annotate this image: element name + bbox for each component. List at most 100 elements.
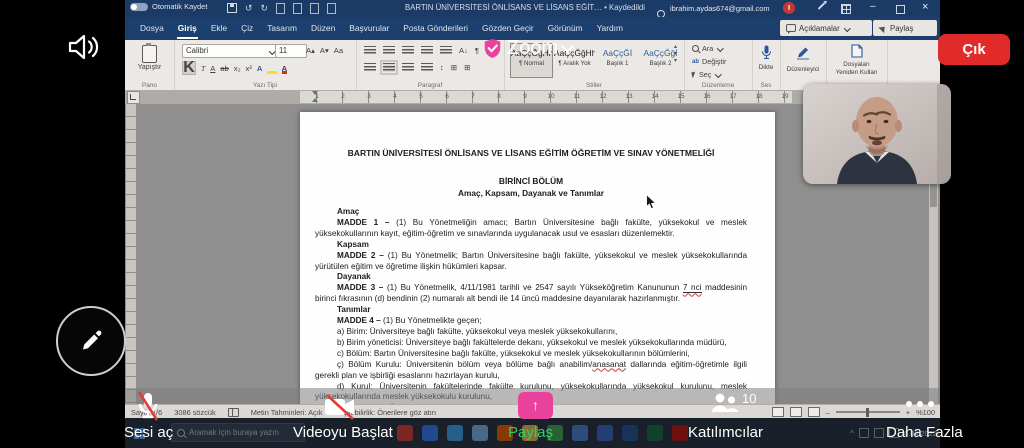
zoom-header[interactable]: Zoom bbox=[483, 37, 574, 60]
replace-button[interactable]: ab Değiştir bbox=[692, 57, 726, 66]
style-heading1[interactable]: AaÇçĞİ Başlık 1 bbox=[596, 43, 639, 78]
word-count[interactable]: 3086 sözcük bbox=[174, 408, 216, 417]
editor-button[interactable]: Düzenleyici bbox=[780, 66, 826, 73]
styles-gallery-expand[interactable]: ▾ bbox=[674, 58, 677, 65]
dictate-icon[interactable] bbox=[761, 45, 772, 61]
align-center-icon[interactable] bbox=[380, 60, 398, 75]
share-upload-button[interactable]: ↑ bbox=[518, 392, 553, 419]
autosave-toggle[interactable]: Otomatik Kaydet bbox=[130, 2, 207, 11]
web-layout-view-icon[interactable] bbox=[807, 407, 820, 417]
increase-indent-icon[interactable] bbox=[440, 46, 452, 55]
minimize-button[interactable]: – bbox=[870, 1, 876, 12]
text-predictions-status[interactable]: Metin Tahminleri: Açık bbox=[251, 408, 323, 417]
tab-dosya[interactable]: Dosya bbox=[133, 17, 171, 40]
zoom-in-button[interactable]: + bbox=[906, 408, 910, 417]
font-name-dropdown[interactable]: Calibri bbox=[182, 44, 278, 58]
decrease-indent-icon[interactable] bbox=[421, 46, 433, 55]
shading-icon[interactable]: ⊞ bbox=[451, 63, 457, 72]
italic-button[interactable]: T bbox=[201, 64, 205, 73]
mic-muted-icon[interactable] bbox=[133, 390, 163, 422]
underline-button[interactable]: A bbox=[210, 64, 215, 73]
new-document-icon[interactable] bbox=[276, 2, 286, 14]
participants-button[interactable]: Katılımcılar bbox=[688, 424, 763, 441]
tab-posta-gonderileri[interactable]: Posta Gönderileri bbox=[396, 17, 475, 40]
speaker-icon[interactable] bbox=[66, 32, 102, 62]
more-options-icon[interactable] bbox=[906, 401, 934, 407]
start-video-button[interactable]: Videoyu Başlat bbox=[293, 424, 393, 441]
multilevel-list-icon[interactable] bbox=[402, 46, 414, 55]
read-mode-view-icon[interactable] bbox=[771, 407, 784, 417]
tab-duzen[interactable]: Düzen bbox=[304, 17, 342, 40]
proofing-icon[interactable] bbox=[227, 407, 239, 417]
strikethrough-button[interactable]: ab bbox=[220, 64, 228, 73]
shrink-font-button[interactable]: A▾ bbox=[320, 46, 329, 55]
autosave-switch[interactable] bbox=[130, 2, 148, 11]
horizontal-ruler[interactable]: 1 2 3 4 5 6 7 8 9 10 11 12 13 14 15 16 17 18 19 bbox=[300, 91, 792, 103]
numbered-list-icon[interactable] bbox=[383, 46, 395, 55]
superscript-button[interactable]: x² bbox=[246, 64, 252, 73]
unmute-button[interactable]: Sesi aç bbox=[124, 424, 173, 441]
reuse-files-button[interactable]: Dosyaları Yeniden Kullan bbox=[826, 61, 887, 76]
more-button[interactable]: Daha Fazla bbox=[886, 424, 963, 441]
change-case-button[interactable]: Aa bbox=[334, 46, 343, 55]
ribbon-layout-icon[interactable] bbox=[841, 4, 851, 14]
styles-scroll-up[interactable]: ▴ bbox=[674, 44, 677, 51]
doc-link-7nci[interactable]: 7 nci bbox=[682, 283, 702, 294]
text-effects-button[interactable]: A bbox=[257, 64, 262, 73]
paste-button[interactable]: Yapıştır bbox=[125, 64, 174, 71]
pilcrow-icon[interactable]: ¶ bbox=[475, 46, 479, 55]
zoom-slider[interactable] bbox=[835, 407, 900, 417]
camera-muted-icon[interactable] bbox=[322, 392, 358, 422]
reuse-files-icon[interactable] bbox=[851, 44, 863, 58]
justify-icon[interactable] bbox=[421, 63, 433, 72]
highlight-button[interactable]: Aa bbox=[267, 64, 277, 74]
zoom-slider-thumb[interactable] bbox=[865, 407, 869, 417]
tab-ciz[interactable]: Çiz bbox=[234, 17, 260, 40]
styles-scroll-down[interactable]: ▾ bbox=[674, 51, 677, 58]
bullet-list-icon[interactable] bbox=[364, 46, 376, 55]
close-button[interactable]: × bbox=[922, 1, 928, 13]
participants-icon[interactable] bbox=[710, 392, 740, 414]
comments-button[interactable]: Açıklamalar bbox=[780, 20, 872, 36]
vertical-ruler[interactable] bbox=[126, 104, 136, 404]
first-line-indent-marker[interactable] bbox=[312, 91, 318, 95]
tab-giris[interactable]: Giriş bbox=[171, 17, 204, 40]
dictate-button[interactable]: Dikte bbox=[752, 64, 780, 71]
share-screen-button[interactable]: Paylaş bbox=[508, 424, 553, 441]
read-mode-icon[interactable] bbox=[327, 2, 337, 14]
left-indent-marker[interactable] bbox=[312, 98, 318, 102]
find-button[interactable]: Ara bbox=[692, 44, 724, 53]
tab-basvurular[interactable]: Başvurular bbox=[342, 17, 396, 40]
font-color-button[interactable]: A bbox=[281, 64, 288, 74]
open-folder-icon[interactable] bbox=[293, 2, 303, 14]
borders-icon[interactable]: ⊞ bbox=[464, 63, 470, 72]
tab-tasarim[interactable]: Tasarım bbox=[260, 17, 304, 40]
paste-icon[interactable] bbox=[142, 43, 157, 63]
redo-icon[interactable]: ↻ bbox=[261, 2, 269, 14]
font-size-dropdown[interactable]: 11 bbox=[275, 44, 307, 58]
account-email[interactable]: ibrahim.aydas674@gmail.com bbox=[670, 4, 782, 13]
line-spacing-icon[interactable]: ↕ bbox=[440, 63, 444, 72]
annotate-button[interactable] bbox=[56, 306, 126, 376]
editor-icon[interactable] bbox=[796, 45, 810, 60]
participant-video-thumbnail[interactable] bbox=[803, 84, 951, 184]
print-layout-view-icon[interactable] bbox=[789, 407, 802, 417]
zoom-percentage[interactable]: %100 bbox=[916, 408, 935, 417]
grow-font-button[interactable]: A▴ bbox=[306, 46, 315, 55]
tab-ekle[interactable]: Ekle bbox=[204, 17, 234, 40]
align-right-icon[interactable] bbox=[402, 63, 414, 72]
select-button[interactable]: Seç bbox=[691, 70, 722, 79]
save-icon[interactable] bbox=[227, 3, 237, 13]
maximize-button[interactable] bbox=[896, 5, 905, 14]
tab-selector[interactable] bbox=[127, 91, 140, 104]
tab-yardim[interactable]: Yardım bbox=[590, 17, 630, 40]
word-share-button[interactable]: Paylaş bbox=[873, 20, 937, 36]
pen-mode-icon[interactable] bbox=[817, 2, 826, 10]
subscript-button[interactable]: x₂ bbox=[234, 64, 241, 73]
document-page[interactable]: BARTIN ÜNİVERSİTESİ ÖNLİSANS VE LİSANS E… bbox=[300, 112, 775, 404]
document-title[interactable]: BARTIN ÜNİVERSİTESİ ÖNLİSANS VE LİSANS E… bbox=[395, 3, 655, 12]
align-left-icon[interactable] bbox=[364, 63, 376, 72]
zoom-out-button[interactable]: – bbox=[826, 408, 830, 417]
bold-button[interactable]: K bbox=[182, 60, 196, 76]
account-avatar[interactable]: I bbox=[783, 2, 795, 14]
